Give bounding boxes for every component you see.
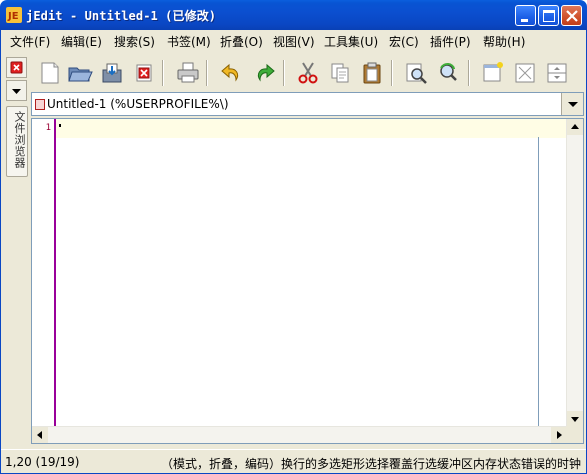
save-file-icon bbox=[102, 63, 122, 83]
maximize-button[interactable] bbox=[538, 5, 559, 26]
unsplit-icon bbox=[515, 63, 535, 83]
left-dock: 文件浏览器 bbox=[4, 55, 29, 177]
redo-button[interactable] bbox=[252, 60, 278, 86]
copy-icon bbox=[331, 63, 349, 83]
close-button[interactable] bbox=[561, 5, 582, 26]
close-icon bbox=[566, 10, 578, 22]
jedit-logo-icon: JE bbox=[6, 7, 22, 23]
menu-macros[interactable]: 宏(C) bbox=[389, 33, 419, 50]
vertical-scrollbar[interactable] bbox=[566, 119, 583, 427]
menu-search[interactable]: 搜索(S) bbox=[114, 33, 155, 50]
toolbar-separator bbox=[206, 60, 208, 86]
open-file-button[interactable] bbox=[67, 60, 93, 86]
open-file-icon bbox=[68, 67, 93, 82]
undo-icon bbox=[221, 63, 239, 82]
current-line-highlight bbox=[56, 119, 566, 138]
split-icon bbox=[547, 63, 567, 83]
toolbar-separator bbox=[162, 60, 164, 86]
new-view-icon bbox=[483, 62, 503, 82]
toolbar-separator bbox=[283, 60, 285, 86]
modified-file-icon bbox=[35, 99, 45, 110]
find-in-files-button[interactable] bbox=[435, 60, 461, 86]
find-button[interactable] bbox=[403, 60, 429, 86]
close-file-button[interactable] bbox=[131, 60, 157, 86]
scroll-right-icon bbox=[557, 431, 562, 439]
triangle-down-icon bbox=[12, 89, 21, 94]
menu-help[interactable]: 帮助(H) bbox=[483, 33, 525, 50]
status-bar: 1,20 (19/19) （模式，折叠，编码）换行的多选矩形选择覆盖行选缓冲区内… bbox=[1, 449, 586, 473]
unsplit-button[interactable] bbox=[512, 60, 538, 86]
scroll-up-button[interactable] bbox=[567, 119, 583, 135]
toolbar-separator bbox=[468, 60, 470, 86]
horizontal-scrollbar[interactable] bbox=[32, 426, 567, 443]
new-file-icon bbox=[41, 62, 59, 84]
main-frame: 文件浏览器 Untitled-1 (%USERPROFILE%\) 1 1,20… bbox=[0, 52, 587, 474]
gutter: 1 bbox=[32, 119, 55, 427]
chevron-down-icon bbox=[568, 102, 578, 107]
buffer-name: Untitled-1 (%USERPROFILE%\) bbox=[47, 97, 229, 111]
menu-utilities[interactable]: 工具集(U) bbox=[324, 33, 378, 50]
title-bar: JE jEdit - Untitled-1 (已修改) bbox=[0, 0, 587, 30]
menu-bar: 文件(F) 编辑(E) 搜索(S) 书签(M) 折叠(O) 视图(V) 工具集(… bbox=[0, 30, 587, 52]
scroll-left-icon bbox=[37, 431, 42, 439]
cut-button[interactable] bbox=[295, 60, 321, 86]
find-in-files-icon bbox=[440, 63, 457, 81]
caret-position[interactable]: 1,20 (19/19) bbox=[5, 455, 79, 469]
dock-menu-button[interactable] bbox=[6, 80, 27, 101]
minimize-icon bbox=[521, 19, 528, 22]
menu-edit[interactable]: 编辑(E) bbox=[61, 33, 102, 50]
new-file-button[interactable] bbox=[37, 60, 63, 86]
undo-button[interactable] bbox=[218, 60, 244, 86]
print-icon bbox=[177, 62, 199, 83]
scroll-up-icon bbox=[571, 124, 579, 129]
redo-icon bbox=[257, 63, 275, 82]
menu-plugins[interactable]: 插件(P) bbox=[430, 33, 471, 50]
cut-icon bbox=[298, 62, 318, 84]
print-button[interactable] bbox=[175, 60, 201, 86]
scroll-right-button[interactable] bbox=[551, 427, 567, 443]
buffer-dropdown-button[interactable] bbox=[561, 93, 583, 115]
status-message: （模式，折叠，编码）换行的多选矩形选择覆盖行选缓冲区内存状态错误的时钟 bbox=[161, 457, 582, 471]
scroll-down-icon bbox=[571, 417, 579, 422]
find-icon bbox=[406, 63, 427, 84]
buffer-switcher[interactable]: Untitled-1 (%USERPROFILE%\) bbox=[31, 92, 584, 116]
dock-close-button[interactable] bbox=[6, 57, 27, 78]
paste-button[interactable] bbox=[359, 60, 385, 86]
minimize-button[interactable] bbox=[515, 5, 536, 26]
gutter-border bbox=[54, 119, 56, 427]
menu-folding[interactable]: 折叠(O) bbox=[220, 33, 263, 50]
copy-button[interactable] bbox=[327, 60, 353, 86]
menu-file[interactable]: 文件(F) bbox=[10, 33, 50, 50]
save-file-button[interactable] bbox=[99, 60, 125, 86]
wrap-guide bbox=[538, 137, 539, 427]
menu-view[interactable]: 视图(V) bbox=[273, 33, 315, 50]
close-dock-icon bbox=[10, 61, 23, 74]
split-button[interactable] bbox=[544, 60, 570, 86]
scroll-left-button[interactable] bbox=[32, 427, 48, 443]
menu-markers[interactable]: 书签(M) bbox=[167, 33, 211, 50]
svg-text:JE: JE bbox=[7, 11, 19, 22]
paste-icon bbox=[363, 62, 381, 84]
caret bbox=[59, 124, 61, 127]
scroll-down-button[interactable] bbox=[567, 411, 583, 427]
window-title: jEdit - Untitled-1 (已修改) bbox=[26, 9, 217, 23]
text-area[interactable]: 1 bbox=[31, 118, 584, 444]
scrollbar-corner bbox=[566, 426, 583, 443]
tab-file-browser[interactable]: 文件浏览器 bbox=[6, 106, 28, 177]
close-file-icon bbox=[136, 64, 152, 82]
tab-file-browser-label: 文件浏览器 bbox=[13, 111, 26, 169]
maximize-icon bbox=[543, 10, 555, 22]
toolbar-separator bbox=[391, 60, 393, 86]
new-view-button[interactable] bbox=[480, 60, 506, 86]
line-number: 1 bbox=[45, 123, 51, 133]
